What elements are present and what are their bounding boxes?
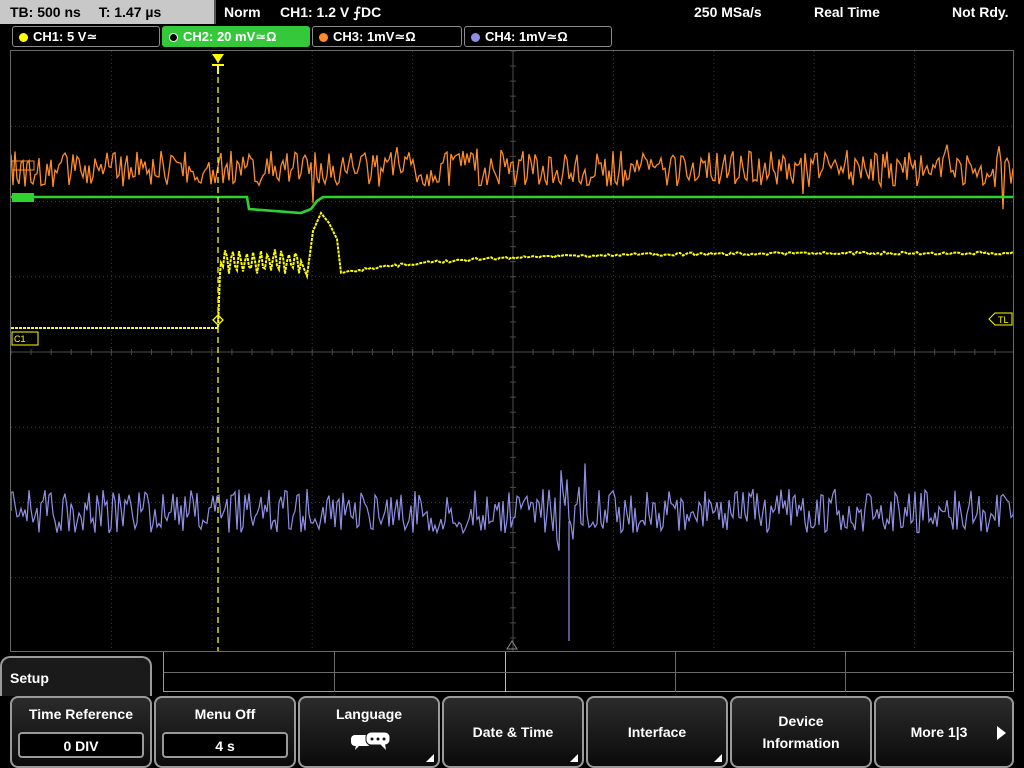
waveform-svg: C1 TL [11, 51, 1013, 651]
ch1-ref-marker[interactable]: C1 [11, 331, 39, 346]
overview-strip [163, 652, 1014, 692]
channel-tabs: CH1: 5 V≃ CH2: 20 mV≃Ω CH3: 1mV≃Ω CH4: 1… [0, 26, 1024, 48]
menu-title: Setup [0, 656, 152, 696]
speech-bubble-icon [351, 731, 391, 750]
interface-softkey[interactable]: Interface [586, 696, 728, 768]
ch1-color-dot [19, 33, 28, 42]
channel-tab-ch1[interactable]: CH1: 5 V≃ [12, 26, 160, 47]
device-information-softkey[interactable]: Device Information [730, 696, 872, 768]
timebase-box[interactable]: TB: 500 ns T: 1.47 µs [0, 0, 214, 24]
horizontal-position-icon [506, 640, 518, 650]
softkey-label: Device Information [732, 710, 870, 754]
submenu-indicator-icon [714, 754, 722, 762]
softkey-label-line1: Device [778, 713, 824, 729]
softkey-label: Date & Time [472, 724, 554, 740]
time-reference-softkey[interactable]: Time Reference 0 DIV [10, 696, 152, 768]
acquisition-mode: Real Time [814, 4, 880, 20]
softkey-label: Time Reference [28, 706, 133, 722]
graticule [11, 51, 1013, 651]
time-reference-value: 0 DIV [18, 732, 144, 758]
submenu-indicator-icon [426, 754, 434, 762]
menu-off-value: 4 s [162, 732, 288, 758]
softkey-label-line2: Information [762, 735, 840, 751]
ch2-ref-marker[interactable] [12, 193, 34, 202]
softkey-label: Interface [627, 724, 687, 740]
softkey-label: Language [335, 706, 403, 722]
date-time-softkey[interactable]: Date & Time [442, 696, 584, 768]
more-softkey[interactable]: More 1|3 [874, 696, 1014, 768]
trigger-level-marker[interactable]: TL [988, 312, 1013, 326]
next-page-arrow-icon [997, 726, 1006, 740]
acquisition-state: Not Rdy. [952, 4, 1009, 20]
channel-tab-ch3[interactable]: CH3: 1mV≃Ω [312, 26, 462, 47]
timebase: TB: 500 ns [10, 4, 81, 20]
channel-tab-ch2[interactable]: CH2: 20 mV≃Ω [162, 26, 310, 47]
submenu-indicator-icon [570, 754, 578, 762]
ch1-waveform [11, 211, 1013, 329]
channel-label: CH4: 1mV≃Ω [485, 29, 568, 44]
trigger-level-label: TL [998, 315, 1009, 325]
softkey-label: Menu Off [194, 706, 256, 722]
strip-divider [164, 672, 1014, 673]
ch4-color-dot [471, 33, 480, 42]
softkey-bar: Time Reference 0 DIV Menu Off 4 s Langua… [0, 696, 1024, 768]
channel-label: CH2: 20 mV≃Ω [183, 29, 277, 44]
ch3-color-dot [319, 33, 328, 42]
trigger-position-marker[interactable] [212, 54, 224, 74]
menu-off-softkey[interactable]: Menu Off 4 s [154, 696, 296, 768]
channel-label: CH1: 5 V≃ [33, 29, 98, 44]
channel-label: CH3: 1mV≃Ω [333, 29, 416, 44]
ch1-marker-label: C1 [14, 334, 26, 344]
divider [214, 0, 216, 24]
channel-tab-ch4[interactable]: CH4: 1mV≃Ω [464, 26, 612, 47]
status-bar: TB: 500 ns T: 1.47 µs Norm CH1: 1.2 V ⨍D… [0, 0, 1024, 24]
trigger-time: T: 1.47 µs [98, 4, 162, 20]
trigger-mode[interactable]: Norm [224, 0, 261, 24]
language-softkey[interactable]: Language [298, 696, 440, 768]
ch2-color-dot [169, 33, 178, 42]
trigger-info[interactable]: CH1: 1.2 V ⨍DC [280, 0, 381, 24]
softkey-label: More 1|3 [910, 724, 968, 740]
waveform-display[interactable]: C1 TL [10, 50, 1014, 652]
sample-rate: 250 MSa/s [694, 4, 762, 20]
